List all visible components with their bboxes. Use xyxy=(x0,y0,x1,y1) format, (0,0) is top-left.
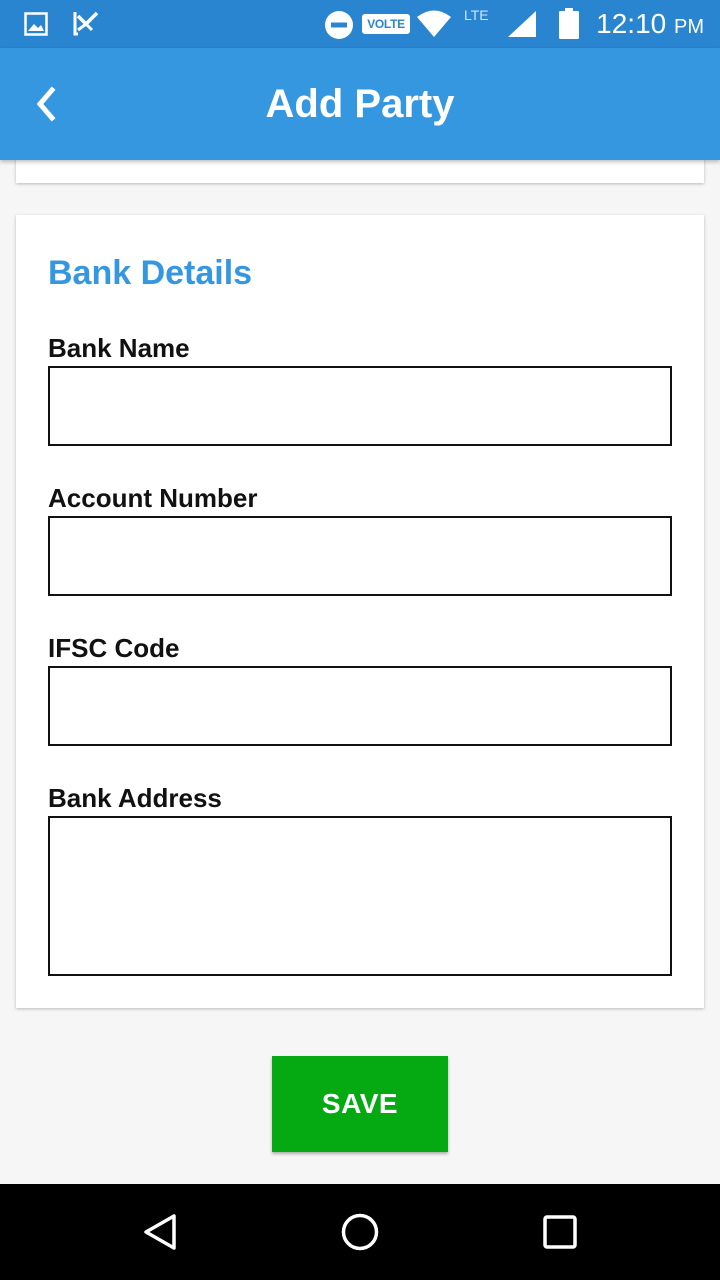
ifsc-code-input[interactable] xyxy=(48,666,672,746)
bank-name-input[interactable] xyxy=(48,366,672,446)
nav-back-icon[interactable] xyxy=(140,1212,180,1252)
volte-badge: VOLTE xyxy=(362,14,410,34)
ifsc-code-label: IFSC Code xyxy=(48,633,180,663)
app-bar: Add Party xyxy=(0,48,720,160)
clock: 12:10 PM xyxy=(596,8,704,39)
lte-label: LTE xyxy=(464,7,489,23)
bank-address-textarea[interactable] xyxy=(48,816,672,976)
battery-icon xyxy=(559,8,579,39)
account-number-label: Account Number xyxy=(48,483,258,513)
gallery-notification-icon xyxy=(24,12,48,36)
task-check-notification-icon xyxy=(73,11,99,36)
navigation-bar xyxy=(0,1184,720,1280)
nav-recents-icon[interactable] xyxy=(540,1212,580,1252)
bank-name-label: Bank Name xyxy=(48,333,190,363)
section-title: Bank Details xyxy=(48,254,253,292)
bank-address-label: Bank Address xyxy=(48,783,222,813)
save-button[interactable]: SAVE xyxy=(272,1056,448,1152)
nav-home-icon[interactable] xyxy=(340,1212,380,1252)
wifi-icon xyxy=(417,10,451,37)
cellular-signal-icon xyxy=(508,11,536,37)
account-number-input[interactable] xyxy=(48,516,672,596)
do-not-disturb-icon xyxy=(325,11,353,39)
status-bar: VOLTE LTE 12:10 PM xyxy=(0,0,720,48)
page-title: Add Party xyxy=(265,82,455,126)
bank-details-card: Bank Details Bank Name Account Number IF… xyxy=(16,215,704,1008)
